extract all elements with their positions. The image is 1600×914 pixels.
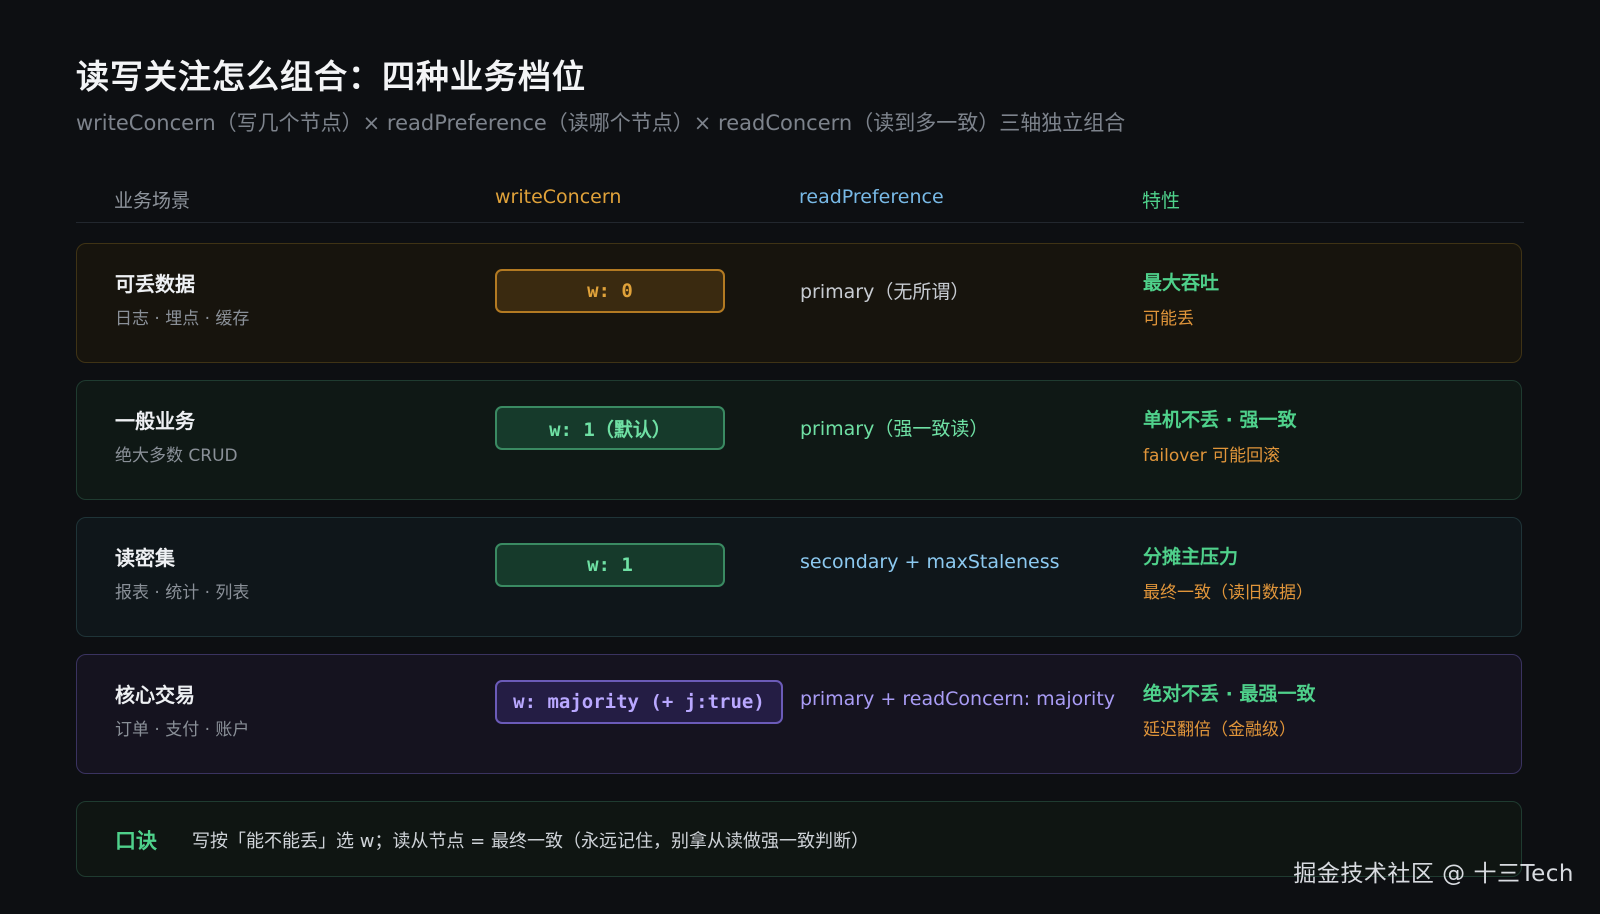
table-row: 一般业务 绝大多数 CRUD w: 1（默认） primary（强一致读） 单机… <box>76 380 1522 500</box>
table-row: 读密集 报表 · 统计 · 列表 w: 1 secondary + maxSta… <box>76 517 1522 637</box>
table-row: 核心交易 订单 · 支付 · 账户 w: majority (+ j:true)… <box>76 654 1522 774</box>
scene-examples: 绝大多数 CRUD <box>115 446 238 466</box>
column-header-writeconcern: writeConcern <box>495 186 622 208</box>
property-main: 绝对不丢 · 最强一致 <box>1143 683 1316 705</box>
mnemonic-text: 写按「能不能丢」选 w；读从节点 = 最终一致（永远记住，别拿从读做强一致判断） <box>192 831 869 852</box>
scene-title: 核心交易 <box>115 683 195 707</box>
column-header-property: 特性 <box>1142 190 1181 212</box>
readpreference-value: primary + readConcern: majority <box>800 688 1116 710</box>
watermark: 掘金技术社区 @ 十三Tech <box>1293 861 1574 887</box>
property-main: 单机不丢 · 强一致 <box>1143 409 1297 431</box>
property-main: 分摊主压力 <box>1143 546 1239 568</box>
scene-examples: 报表 · 统计 · 列表 <box>115 583 250 603</box>
property-tradeoff: failover 可能回滚 <box>1143 446 1281 466</box>
property-tradeoff: 延迟翻倍（金融级） <box>1143 720 1296 740</box>
mnemonic-label: 口诀 <box>115 829 157 853</box>
readpreference-value: primary（强一致读） <box>800 418 989 440</box>
writeconcern-pill: w: 0 <box>495 269 725 313</box>
scene-title: 一般业务 <box>115 409 195 433</box>
scene-examples: 订单 · 支付 · 账户 <box>115 720 250 740</box>
column-header-scene: 业务场景 <box>114 190 191 212</box>
property-tradeoff: 可能丢 <box>1143 309 1194 329</box>
writeconcern-pill: w: 1（默认） <box>495 406 725 450</box>
property-tradeoff: 最终一致（读旧数据） <box>1143 583 1313 603</box>
scene-examples: 日志 · 埋点 · 缓存 <box>115 309 250 329</box>
scene-title: 读密集 <box>115 546 175 570</box>
table-header: 业务场景 writeConcern readPreference 特性 <box>76 178 1524 223</box>
writeconcern-pill: w: 1 <box>495 543 725 587</box>
property-main: 最大吞吐 <box>1143 272 1220 294</box>
table-row: 可丢数据 日志 · 埋点 · 缓存 w: 0 primary（无所谓） 最大吞吐… <box>76 243 1522 363</box>
page-title: 读写关注怎么组合：四种业务档位 <box>76 57 586 96</box>
page-subtitle: writeConcern（写几个节点）× readPreference（读哪个节… <box>76 111 1126 135</box>
column-header-readpreference: readPreference <box>799 186 944 208</box>
readpreference-value: primary（无所谓） <box>800 281 970 303</box>
writeconcern-pill: w: majority (+ j:true) <box>495 680 783 724</box>
page: 读写关注怎么组合：四种业务档位 writeConcern（写几个节点）× rea… <box>0 0 1600 914</box>
readpreference-value: secondary + maxStaleness <box>800 551 1060 573</box>
scene-title: 可丢数据 <box>115 272 195 296</box>
